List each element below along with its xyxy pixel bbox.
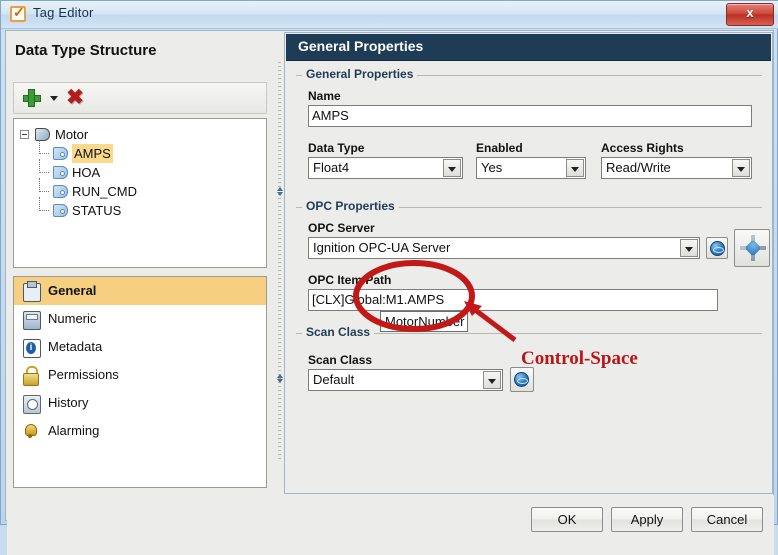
- sidebar-item-label: Alarming: [48, 423, 99, 438]
- category-list[interactable]: General Numeric Metadata Permissions His…: [13, 276, 267, 488]
- structure-toolbar: ✖: [13, 82, 267, 114]
- left-panel: Data Type Structure ✖ Motor AMPS: [7, 32, 275, 494]
- tag-editor-window: ✓ Tag Editor x Data Type Structure ✖: [0, 0, 778, 525]
- right-panel: General Properties General Properties Na…: [284, 32, 773, 494]
- scan-class-browse-button[interactable]: [510, 367, 534, 392]
- chevron-down-icon[interactable]: [732, 159, 750, 177]
- chevron-down-icon[interactable]: [483, 371, 501, 389]
- clipboard-icon: [23, 283, 41, 302]
- split-pane-divider[interactable]: [276, 32, 284, 494]
- info-icon: [23, 339, 41, 358]
- ok-button[interactable]: OK: [531, 507, 603, 532]
- chevron-down-icon[interactable]: [50, 96, 58, 101]
- opc-server-select[interactable]: Ignition OPC-UA Server: [308, 237, 700, 259]
- tree-expand-toggle-icon[interactable]: [20, 130, 29, 139]
- sidebar-item-label: Permissions: [48, 367, 119, 382]
- sidebar-item-label: Metadata: [48, 339, 102, 354]
- insert-parameter-icon: [740, 235, 766, 261]
- alarm-bell-icon: [23, 423, 37, 439]
- properties-header: General Properties: [286, 34, 771, 61]
- close-button[interactable]: x: [726, 3, 774, 26]
- window-title: Tag Editor: [33, 5, 94, 20]
- divider-collapse-left-handle[interactable]: [277, 187, 283, 196]
- tag-icon: [53, 166, 68, 179]
- client-area: Data Type Structure ✖ Motor AMPS: [5, 30, 774, 521]
- access-rights-value: Read/Write: [606, 158, 671, 178]
- dialog-button-bar: OK Apply Cancel: [7, 495, 774, 555]
- tree-label-hoa: HOA: [72, 163, 100, 182]
- chevron-down-icon[interactable]: [443, 159, 461, 177]
- label-scan-class: Scan Class: [308, 353, 372, 367]
- insert-parameter-button[interactable]: [734, 229, 770, 267]
- data-type-select[interactable]: Float4: [308, 157, 463, 179]
- checkbox-check-icon: ✓: [10, 6, 26, 22]
- lock-icon: [23, 366, 37, 384]
- label-name: Name: [308, 89, 341, 103]
- data-type-value: Float4: [313, 158, 349, 178]
- label-opc-item-path: OPC Item Path: [308, 273, 391, 287]
- globe-browse-icon: [514, 372, 529, 387]
- sidebar-item-general[interactable]: General: [14, 277, 266, 305]
- divider-collapse-right-handle[interactable]: [277, 374, 283, 383]
- apply-button[interactable]: Apply: [611, 507, 683, 532]
- sidebar-item-numeric[interactable]: Numeric: [14, 305, 266, 333]
- chevron-down-icon[interactable]: [680, 239, 698, 257]
- sidebar-item-permissions[interactable]: Permissions: [14, 361, 266, 389]
- opc-server-browse-button[interactable]: [706, 237, 728, 259]
- folder-tag-icon: [35, 128, 50, 141]
- enabled-value: Yes: [481, 158, 502, 178]
- sidebar-item-metadata[interactable]: Metadata: [14, 333, 266, 361]
- tree-label-run-cmd: RUN_CMD: [72, 182, 137, 201]
- group-title-scan-class: Scan Class: [302, 325, 374, 339]
- tag-icon: [53, 147, 68, 160]
- sidebar-item-history[interactable]: History: [14, 389, 266, 417]
- autocomplete-popup-item[interactable]: MotorNumber: [380, 311, 468, 332]
- delete-member-icon[interactable]: ✖: [64, 87, 86, 109]
- group-title-general: General Properties: [302, 67, 417, 81]
- chevron-down-icon[interactable]: [566, 159, 584, 177]
- tag-icon: [53, 204, 68, 217]
- calculator-icon: [23, 311, 41, 330]
- panel-title-data-type-structure: Data Type Structure: [15, 42, 156, 59]
- cancel-button[interactable]: Cancel: [691, 507, 763, 532]
- label-access-rights: Access Rights: [601, 141, 684, 155]
- history-icon: [23, 395, 41, 414]
- label-data-type: Data Type: [308, 141, 364, 155]
- group-title-opc: OPC Properties: [302, 199, 399, 213]
- enabled-select[interactable]: Yes: [476, 157, 586, 179]
- window-titlebar: ✓ Tag Editor x: [1, 1, 778, 29]
- globe-browse-icon: [710, 241, 725, 256]
- access-rights-select[interactable]: Read/Write: [601, 157, 752, 179]
- tree-label-amps: AMPS: [72, 144, 113, 163]
- close-icon: x: [727, 5, 773, 20]
- divider-grip: [278, 62, 281, 462]
- data-type-tree[interactable]: Motor AMPS HOA RUN_CMD: [13, 118, 267, 268]
- add-member-icon[interactable]: [22, 88, 42, 108]
- sidebar-item-label: General: [48, 283, 96, 298]
- name-input[interactable]: AMPS: [308, 105, 752, 127]
- label-opc-server: OPC Server: [308, 221, 375, 235]
- tag-icon: [53, 185, 68, 198]
- properties-body: General Properties Name AMPS Data Type F…: [286, 61, 771, 492]
- scan-class-value: Default: [313, 370, 354, 390]
- sidebar-item-label: History: [48, 395, 88, 410]
- scan-class-select[interactable]: Default: [308, 369, 503, 391]
- tree-label-status: STATUS: [72, 201, 121, 220]
- check-glyph: ✓: [13, 5, 25, 19]
- label-enabled: Enabled: [476, 141, 523, 155]
- opc-item-path-input[interactable]: [CLX]Global:M1.AMPS: [308, 289, 718, 311]
- opc-server-value: Ignition OPC-UA Server: [313, 238, 450, 258]
- sidebar-item-alarming[interactable]: Alarming: [14, 417, 266, 445]
- tree-label-root: Motor: [55, 125, 88, 144]
- page-title: General Properties: [298, 38, 423, 54]
- sidebar-item-label: Numeric: [48, 311, 96, 326]
